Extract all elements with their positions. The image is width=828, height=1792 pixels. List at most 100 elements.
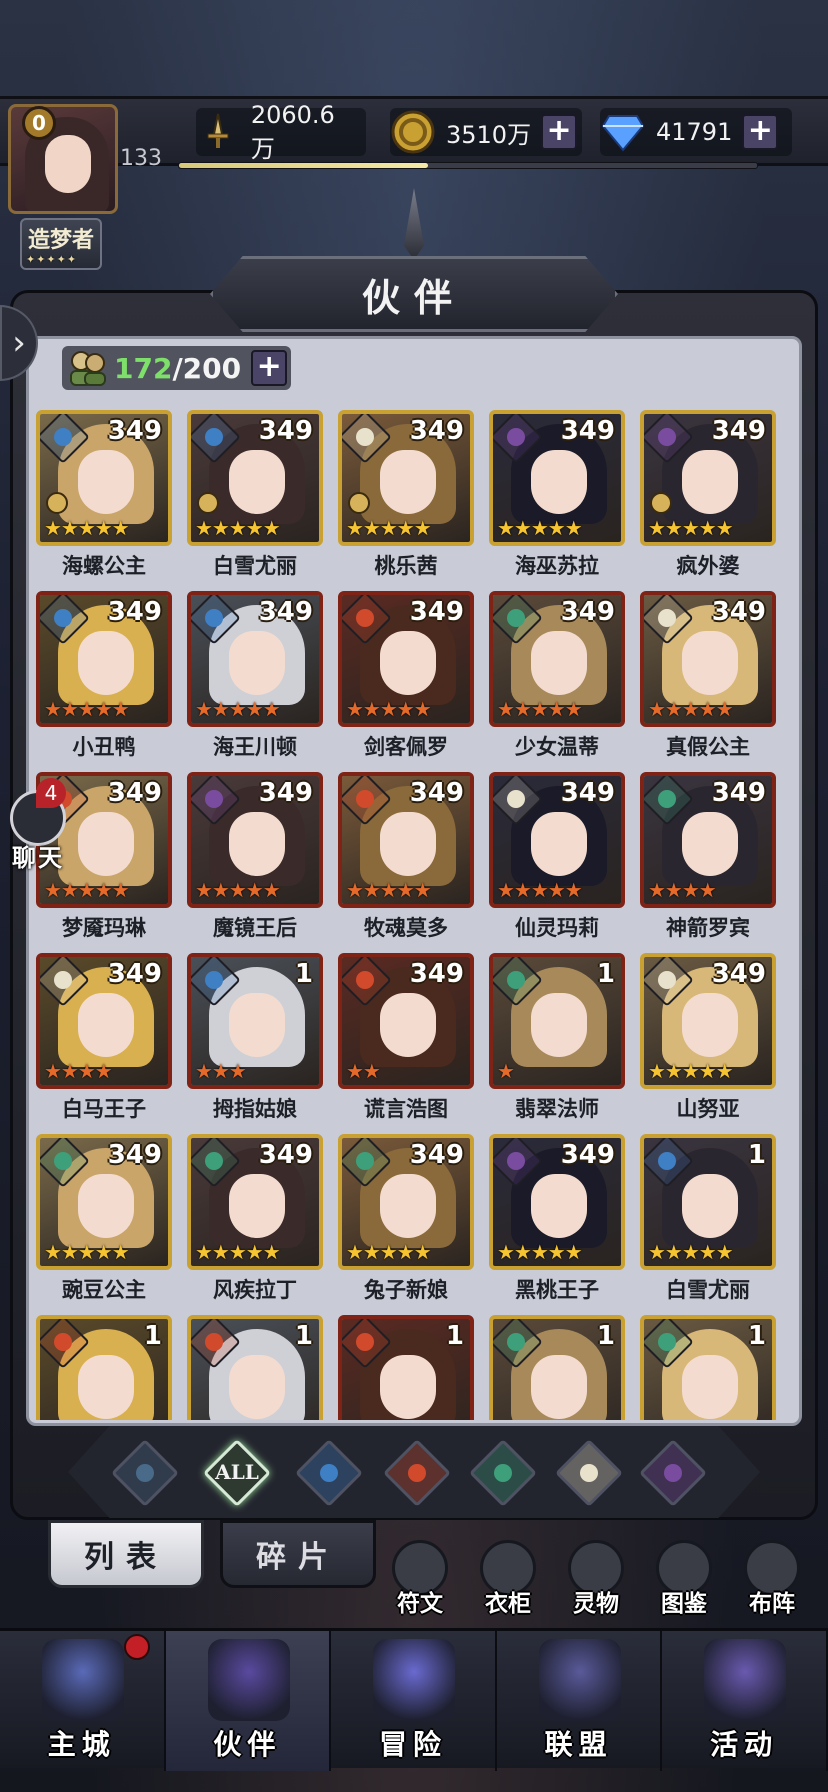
hero-card[interactable]: 349 ★★★★★ 仙灵玛莉: [489, 772, 625, 942]
hero-portrait: 349 ★★★★★: [187, 772, 323, 908]
rank-plate[interactable]: 造梦者 ✦✦✦✦✦: [20, 218, 102, 270]
hero-level: 349: [409, 959, 464, 989]
hero-card[interactable]: 1 ★★★★★ 白雪尤丽: [640, 1134, 776, 1304]
crown-icon: [46, 492, 68, 514]
hero-level: 1: [747, 1140, 766, 1170]
hero-card[interactable]: 349 ★★★★★ 兔子新娘: [338, 1134, 474, 1304]
hero-portrait: 349 ★★★★★: [338, 1134, 474, 1270]
hero-face: [380, 812, 436, 876]
hero-face: [229, 631, 285, 695]
hero-card[interactable]: 1 ★★★ 拇指姑娘: [187, 953, 323, 1123]
diamond-display: 41791 +: [600, 108, 792, 156]
hero-stars: ★★★★★: [44, 1240, 130, 1264]
hero-card[interactable]: 349 ★★★★★ 真假公主: [640, 591, 776, 761]
filter-fire[interactable]: [383, 1439, 451, 1507]
diamond-icon: [600, 109, 646, 155]
filter-water[interactable]: [295, 1439, 363, 1507]
hero-face: [531, 993, 587, 1057]
hero-card[interactable]: 349 ★★★★★ 风疾拉丁: [187, 1134, 323, 1304]
hero-stars: ★★★★★: [648, 516, 734, 540]
hero-card[interactable]: 349 ★★★★★ 魔镜王后: [187, 772, 323, 942]
hero-card[interactable]: 1: [36, 1315, 172, 1420]
hero-card[interactable]: 349 ★★★★★ 海螺公主: [36, 410, 172, 580]
hero-card[interactable]: 349 ★★★★★ 疯外婆: [640, 410, 776, 580]
nav-adventure[interactable]: 冒险: [331, 1631, 497, 1771]
nav-partners[interactable]: 伙伴: [165, 1631, 332, 1771]
xp-fill: [179, 163, 428, 168]
filter-all[interactable]: ALL: [203, 1439, 271, 1507]
element-dot: [664, 1464, 682, 1482]
tab-list-label: 列表: [84, 1540, 168, 1575]
hero-portrait: 349 ★★★★: [640, 772, 776, 908]
spirit-label: 灵物: [573, 1591, 619, 1617]
add-diamond-button[interactable]: +: [742, 114, 779, 150]
hero-face: [531, 1174, 587, 1238]
hero-name: 少女温蒂: [515, 735, 599, 759]
hero-card[interactable]: 349 ★★★★★ 黑桃王子: [489, 1134, 625, 1304]
coin-icon: [390, 109, 436, 155]
filter-none[interactable]: [111, 1439, 179, 1507]
add-gold-button[interactable]: +: [541, 114, 578, 150]
hero-face: [682, 993, 738, 1057]
tab-fragments[interactable]: 碎片: [220, 1520, 376, 1588]
hero-level: 349: [258, 597, 313, 627]
hero-card[interactable]: 349 ★★ 谎言浩图: [338, 953, 474, 1123]
hero-card[interactable]: 349 ★★★★★ 剑客佩罗: [338, 591, 474, 761]
chat-unread-badge: 4: [36, 778, 66, 808]
hero-portrait: 349 ★★★★★: [489, 410, 625, 546]
hero-portrait: 1 ★: [489, 953, 625, 1089]
hero-card[interactable]: 349 ★★★★★ 海王川顿: [187, 591, 323, 761]
capacity-current: 172: [114, 351, 173, 385]
nav-events[interactable]: 活动: [662, 1631, 828, 1771]
hero-card[interactable]: 349 ★★★★★ 豌豆公主: [36, 1134, 172, 1304]
hero-face: [682, 1355, 738, 1419]
rune-button[interactable]: 符文: [380, 1536, 460, 1617]
chat-button[interactable]: 4 聊天: [4, 776, 70, 872]
hero-card[interactable]: 349 ★★★★★ 山努亚: [640, 953, 776, 1123]
avatar-face: [45, 135, 91, 193]
hero-name: 剑客佩罗: [364, 735, 448, 759]
nav-alliance[interactable]: 联盟: [497, 1631, 663, 1771]
hero-face: [229, 450, 285, 514]
filter-light[interactable]: [555, 1439, 623, 1507]
expand-capacity-button[interactable]: +: [251, 350, 288, 386]
crown-icon: [197, 492, 219, 514]
hero-name: 白雪尤丽: [213, 554, 297, 578]
hero-card[interactable]: 349 ★★★★ 神箭罗宾: [640, 772, 776, 942]
formation-button[interactable]: 布阵: [732, 1536, 812, 1617]
hero-card[interactable]: 349 ★★★★ 白马王子: [36, 953, 172, 1123]
hero-card[interactable]: 1: [489, 1315, 625, 1420]
hero-card[interactable]: 349 ★★★★★ 牧魂莫多: [338, 772, 474, 942]
hero-name: 桃乐茜: [374, 554, 438, 578]
hero-level: 349: [711, 778, 766, 808]
codex-button[interactable]: 图鉴: [644, 1536, 724, 1617]
hero-card[interactable]: 349 ★★★★★ 桃乐茜: [338, 410, 474, 580]
hero-card[interactable]: 1: [338, 1315, 474, 1420]
hero-card[interactable]: 349 ★★★★★ 白雪尤丽: [187, 410, 323, 580]
filter-wind[interactable]: [469, 1439, 537, 1507]
hero-face: [531, 631, 587, 695]
hero-card[interactable]: 1 ★ 翡翠法师: [489, 953, 625, 1123]
sword-icon: [196, 109, 241, 155]
hero-card[interactable]: 349 ★★★★★ 小丑鸭: [36, 591, 172, 761]
hero-face: [229, 1355, 285, 1419]
notification-dot: [124, 1634, 150, 1660]
filter-dark[interactable]: [639, 1439, 707, 1507]
crown-icon: [348, 492, 370, 514]
hero-level: 349: [258, 416, 313, 446]
hero-card[interactable]: 349 ★★★★★ 少女温蒂: [489, 591, 625, 761]
hero-face: [229, 812, 285, 876]
wardrobe-button[interactable]: 衣柜: [468, 1536, 548, 1617]
hero-name: 海螺公主: [62, 554, 146, 578]
hero-card[interactable]: 349 ★★★★★ 海巫苏拉: [489, 410, 625, 580]
spirit-button[interactable]: 灵物: [556, 1536, 636, 1617]
hero-level: 1: [747, 1321, 766, 1351]
tab-list[interactable]: 列表: [48, 1520, 204, 1588]
hero-card[interactable]: 1: [187, 1315, 323, 1420]
hero-face: [380, 1355, 436, 1419]
hero-card[interactable]: 1: [640, 1315, 776, 1420]
hero-name: 小丑鸭: [72, 735, 136, 759]
hero-portrait: 349 ★★★★★: [36, 591, 172, 727]
power-display: 2060.6万: [196, 101, 366, 163]
element-dot: [580, 1464, 598, 1482]
